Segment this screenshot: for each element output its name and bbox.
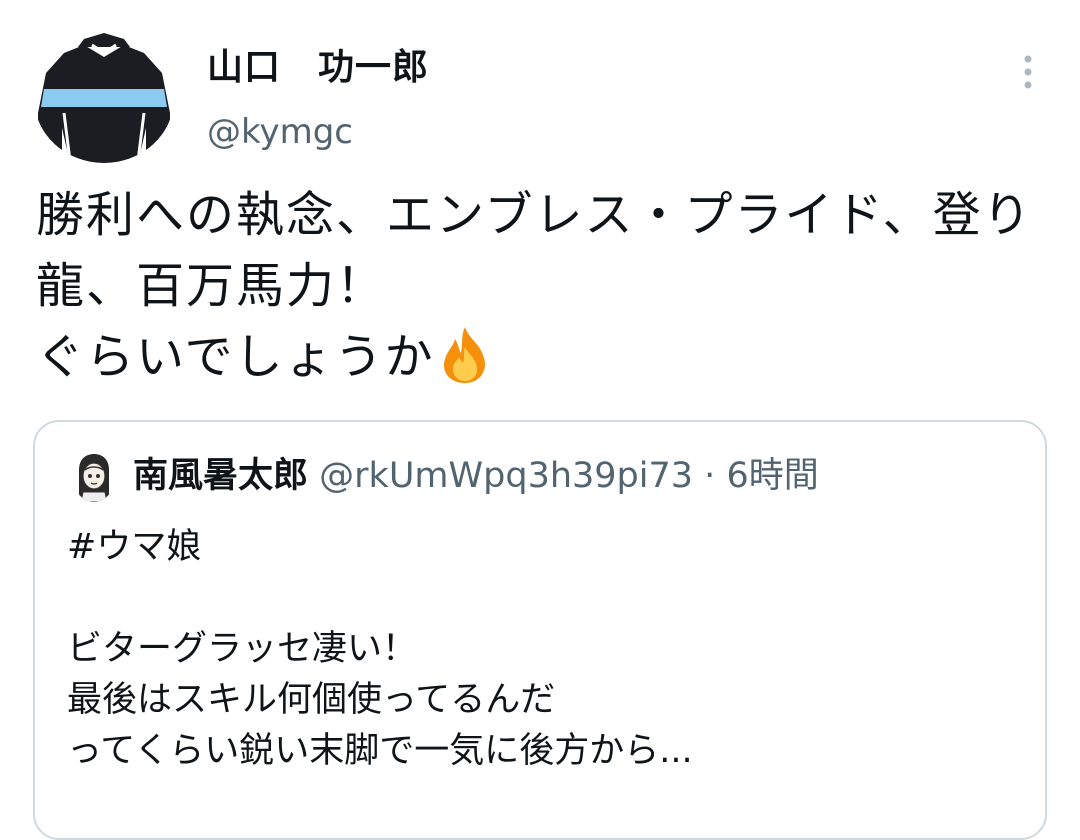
more-options-button[interactable]	[1008, 52, 1048, 92]
author-handle[interactable]: @kymgc	[207, 112, 353, 153]
quoted-tweet-header: 南風暑太郎 @rkUmWpq3h39pi73 · 6時間	[133, 454, 819, 500]
quoted-author-avatar	[73, 452, 115, 502]
author-display-name[interactable]: 山口 功一郎	[207, 46, 429, 89]
quoted-tweet-timestamp[interactable]: 6時間	[726, 456, 818, 496]
quoted-tweet-card[interactable]: 南風暑太郎 @rkUmWpq3h39pi73 · 6時間 #ウマ娘 ビターグラッ…	[33, 420, 1047, 840]
tweet-text-content: 勝利への執念、エンブレス・プライド、登り龍、百万馬力！ ぐらいでしょうか	[36, 187, 1033, 385]
quoted-author-handle[interactable]: @rkUmWpq3h39pi73	[319, 456, 693, 496]
quoted-author-display-name[interactable]: 南風暑太郎	[133, 456, 308, 496]
fire-icon	[435, 325, 495, 385]
quoted-tweet-text: #ウマ娘 ビターグラッセ凄い！ 最後はスキル何個使ってるんだ ってくらい鋭い末脚…	[67, 527, 693, 771]
tweet-text: 勝利への執念、エンブレス・プライド、登り龍、百万馬力！ ぐらいでしょうか	[36, 180, 1046, 393]
more-options-icon	[1024, 55, 1032, 89]
character-avatar	[73, 452, 115, 502]
header-separator: ·	[704, 456, 716, 496]
jockey-silks-avatar	[34, 33, 174, 163]
author-avatar[interactable]	[34, 33, 174, 163]
